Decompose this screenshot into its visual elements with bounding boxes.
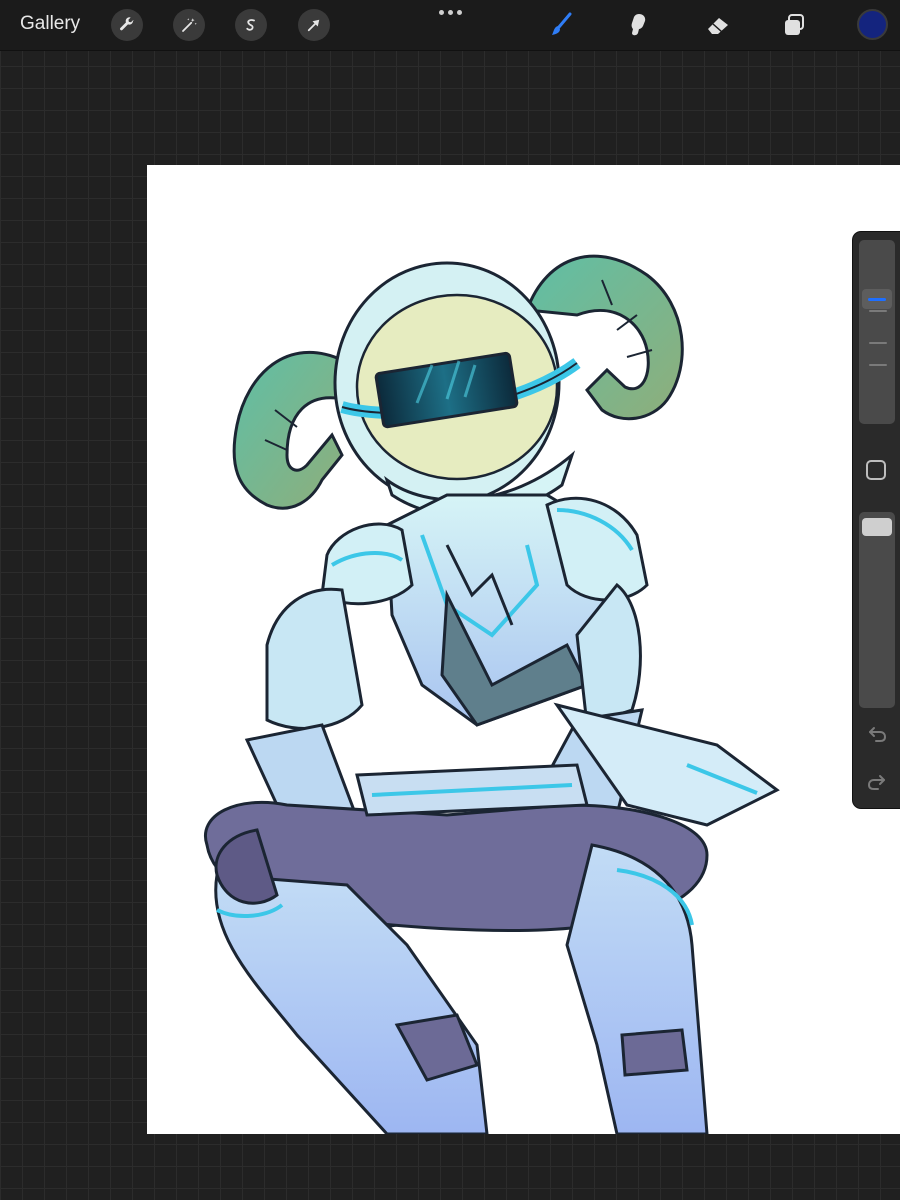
gallery-button[interactable]: Gallery: [20, 13, 80, 35]
selection-s-icon: [246, 19, 255, 31]
layers-button[interactable]: [778, 8, 812, 42]
eraser-tool-button[interactable]: [701, 8, 735, 42]
brush-size-thumb[interactable]: [862, 289, 892, 310]
undo-button[interactable]: [865, 722, 889, 746]
modify-button[interactable]: [866, 460, 886, 480]
magic-wand-icon: [182, 18, 197, 32]
side-sliders-panel: [853, 232, 900, 808]
dot: [438, 9, 444, 15]
actions-button[interactable]: [111, 9, 143, 41]
transform-arrow-icon: [307, 19, 320, 32]
drawing-canvas[interactable]: [147, 165, 900, 1134]
size-tick: [869, 364, 887, 366]
robot-character-illustration: [204, 254, 780, 1134]
transform-button[interactable]: [298, 9, 330, 41]
brush-tool-button[interactable]: [544, 8, 578, 42]
opacity-thumb[interactable]: [862, 518, 892, 536]
redo-icon: [867, 775, 885, 790]
smudge-tool-button[interactable]: [622, 8, 656, 42]
undo-icon: [869, 727, 887, 742]
layers-icon: [785, 14, 804, 35]
wrench-icon: [120, 17, 134, 31]
size-tick: [869, 310, 887, 312]
dot: [456, 9, 462, 15]
smudge-icon: [631, 14, 646, 36]
size-tick: [869, 342, 887, 344]
opacity-slider[interactable]: [859, 512, 895, 708]
top-toolbar: Gallery: [0, 0, 900, 51]
eraser-icon: [708, 18, 728, 34]
color-picker-swatch[interactable]: [857, 9, 888, 40]
more-options-icon[interactable]: [437, 5, 463, 19]
brush-size-slider[interactable]: [859, 240, 895, 424]
brush-icon: [552, 12, 572, 35]
redo-button[interactable]: [865, 770, 889, 794]
selection-button[interactable]: [235, 9, 267, 41]
adjustments-button[interactable]: [173, 9, 205, 41]
dot: [447, 9, 453, 15]
size-indicator: [868, 297, 886, 301]
